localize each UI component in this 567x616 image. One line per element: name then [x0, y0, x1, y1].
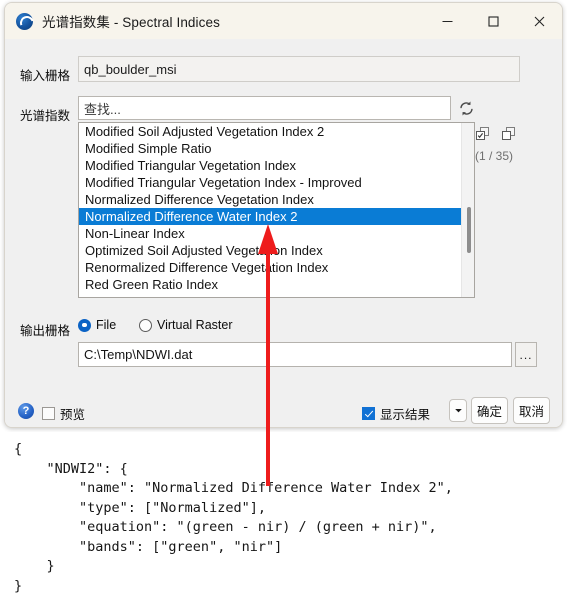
spectral-index-label: 光谱指数: [20, 109, 71, 123]
window-controls: [424, 3, 562, 39]
chevron-down-icon[interactable]: [449, 399, 467, 422]
maximize-icon[interactable]: [470, 3, 516, 39]
spectral-indices-dialog: 光谱指数集 - Spectral Indices 输入栅格 qb_boulder…: [4, 2, 563, 428]
list-item[interactable]: Modified Triangular Vegetation Index - I…: [79, 174, 461, 191]
output-option-file-label: File: [96, 318, 117, 332]
globe-swirl-icon: [16, 12, 33, 30]
cancel-button[interactable]: 取消: [513, 397, 550, 424]
output-option-virtual-raster[interactable]: Virtual Raster: [139, 318, 233, 332]
radio-virtual-raster-icon[interactable]: [139, 318, 152, 332]
list-item[interactable]: Non-Linear Index: [79, 225, 461, 242]
preview-checkbox-icon[interactable]: [42, 407, 55, 420]
select-all-icon[interactable]: [475, 126, 491, 142]
deselect-all-icon[interactable]: [501, 126, 517, 142]
close-icon[interactable]: [516, 3, 562, 39]
search-input[interactable]: 查找...: [78, 96, 451, 120]
list-item[interactable]: Modified Triangular Vegetation Index: [79, 157, 461, 174]
list-item[interactable]: Renormalized Difference Vegetation Index: [79, 259, 461, 276]
window-title: 光谱指数集 - Spectral Indices: [42, 15, 220, 30]
screenshot-root: 光谱指数集 - Spectral Indices 输入栅格 qb_boulder…: [0, 0, 567, 616]
refresh-icon[interactable]: [455, 97, 477, 119]
list-item[interactable]: Modified Soil Adjusted Vegetation Index …: [79, 123, 461, 140]
radio-file-icon[interactable]: [78, 318, 91, 332]
output-raster-label: 输出栅格: [20, 324, 71, 338]
selection-count: (1 / 35): [475, 149, 514, 163]
dialog-body: 输入栅格 qb_boulder_msi 光谱指数 查找... Modified …: [5, 39, 562, 427]
display-result-label: 显示结果: [380, 408, 431, 422]
ok-button[interactable]: 确定: [471, 397, 508, 424]
list-item[interactable]: Optimized Soil Adjusted Vegetation Index: [79, 242, 461, 259]
list-item-selected[interactable]: Normalized Difference Water Index 2: [79, 208, 461, 225]
input-raster-field[interactable]: qb_boulder_msi: [78, 56, 520, 82]
list-item[interactable]: Normalized Difference Vegetation Index: [79, 191, 461, 208]
list-scrollbar-thumb[interactable]: [467, 207, 471, 253]
list-scrollbar[interactable]: [461, 123, 474, 297]
list-action-icons: [475, 126, 517, 142]
preview-checkbox[interactable]: 预览: [42, 404, 85, 423]
list-item[interactable]: Modified Simple Ratio: [79, 140, 461, 157]
help-button[interactable]: ?: [18, 403, 34, 419]
json-definition-code-block: { "NDWI2": { "name": "Normalized Differe…: [0, 432, 567, 616]
output-path-field[interactable]: C:\Temp\NDWI.dat: [78, 342, 512, 367]
list-item[interactable]: Red Green Ratio Index: [79, 276, 461, 293]
spectral-index-list[interactable]: Modified Soil Adjusted Vegetation Index …: [78, 122, 475, 298]
preview-label: 预览: [60, 408, 86, 422]
output-option-virtual-label: Virtual Raster: [157, 318, 233, 332]
title-bar: 光谱指数集 - Spectral Indices: [5, 3, 562, 39]
display-result-checkbox[interactable]: 显示结果: [362, 404, 430, 423]
input-raster-label: 输入栅格: [20, 69, 71, 83]
display-result-checkbox-icon[interactable]: [362, 407, 375, 420]
list-items-container: Modified Soil Adjusted Vegetation Index …: [79, 123, 461, 297]
output-option-file[interactable]: File: [78, 318, 116, 332]
minimize-icon[interactable]: [424, 3, 470, 39]
browse-button[interactable]: ...: [515, 342, 537, 367]
